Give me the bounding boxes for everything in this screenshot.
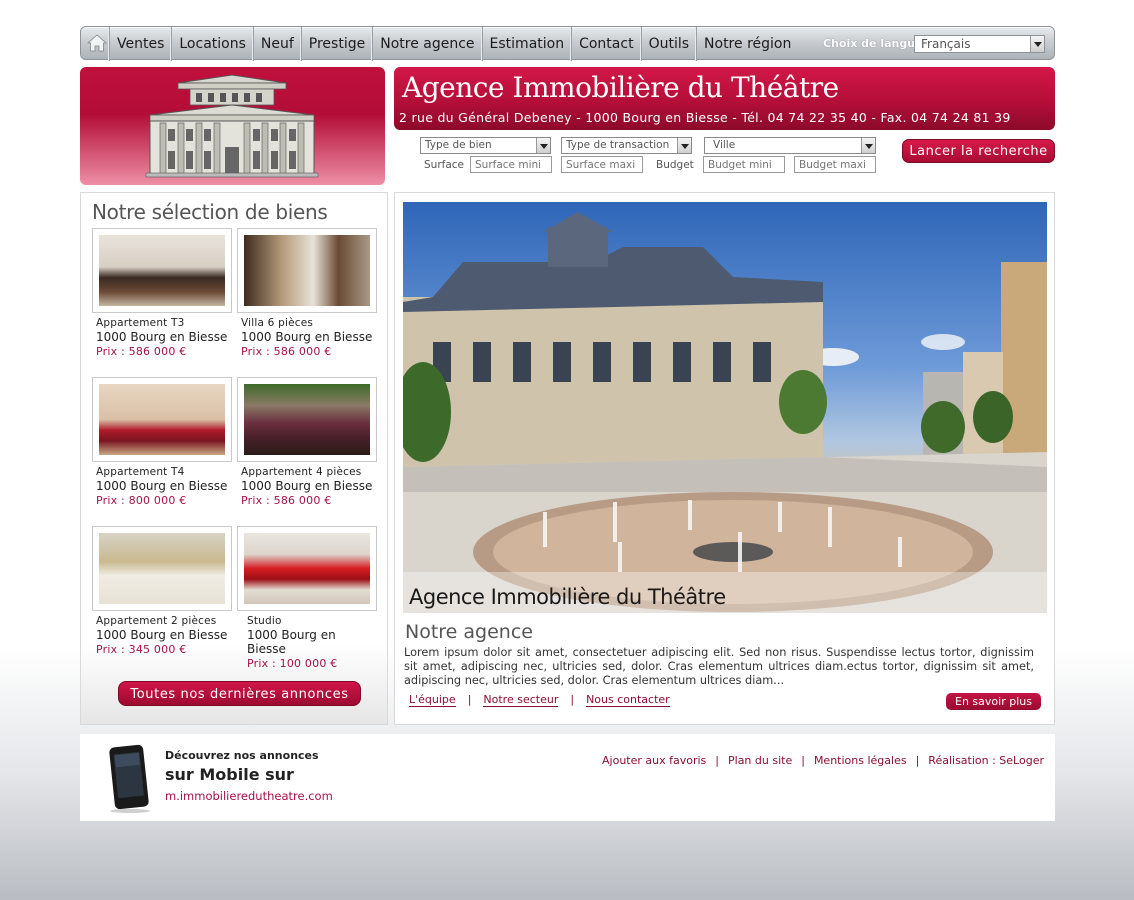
all-listings-button[interactable]: Toutes nos dernières annonces [118,681,361,706]
budget-label: Budget [656,159,694,171]
property-photo[interactable] [237,526,377,611]
agency-address: 2 rue du Général Debeney - 1000 Bourg en… [399,110,1011,125]
theatre-logo-icon [145,74,319,178]
search-button[interactable]: Lancer la recherche [902,139,1055,163]
main-content-panel: Agence Immobilière du Théâtre Notre agen… [394,192,1055,725]
surface-min-input[interactable] [470,156,552,173]
property-city: 1000 Bourg en Biesse [247,628,336,656]
sitemap-link[interactable]: Plan du site [728,754,792,767]
top-navigation-bar: Ventes Locations Neuf Prestige Notre age… [80,26,1055,61]
property-city: 1000 Bourg en Biesse [241,479,373,493]
property-photo[interactable] [237,377,377,462]
property-city: 1000 Bourg en Biesse [96,479,228,493]
nav-item-contact[interactable]: Contact [571,27,640,61]
property-city: 1000 Bourg en Biesse [241,330,373,344]
budget-max-input[interactable] [794,156,876,173]
chevron-down-icon [536,138,550,153]
property-price: Prix : 800 000 € [96,494,187,507]
property-type: Appartement T3 [96,317,185,329]
language-select-value: Français [921,37,971,51]
language-select[interactable]: Français [914,35,1045,53]
property-price: Prix : 586 000 € [241,494,332,507]
hero-caption: Agence Immobilière du Théâtre [409,585,726,609]
language-label: Choix de langue [823,37,923,50]
mobile-promo-line2: sur Mobile sur [165,765,294,784]
city-value: Ville [713,139,736,151]
phone-icon [109,744,150,813]
footer-links: Ajouter aux favoris | Plan du site | Men… [602,754,1044,767]
mobile-promo-line1: Découvrez nos annonces [165,749,319,762]
nav-item-outils[interactable]: Outils [640,27,696,61]
add-favorites-link[interactable]: Ajouter aux favoris [602,754,706,767]
link-separator: | [715,754,719,767]
property-selection-panel: Notre sélection de biens Appartement T3 … [80,192,388,725]
home-icon[interactable] [87,33,107,53]
property-type: Villa 6 pièces [241,317,314,329]
property-card[interactable]: Appartement T3 1000 Bourg en Biesse Prix… [92,228,232,358]
nav-item-notre-agence[interactable]: Notre agence [372,27,481,61]
property-price: Prix : 586 000 € [96,345,187,358]
transaction-type-value: Type de transaction [566,139,670,151]
property-type: Appartement 4 pièces [241,466,362,478]
property-city: 1000 Bourg en Biesse [96,628,228,642]
selection-title: Notre sélection de biens [92,200,328,224]
transaction-type-select[interactable]: Type de transaction [561,137,692,154]
nav-menu: Ventes Locations Neuf Prestige Notre age… [109,27,798,61]
agency-section-title: Notre agence [405,621,533,643]
agency-name: Agence Immobilière du Théâtre [402,71,839,104]
agency-banner: Agence Immobilière du Théâtre 2 rue du G… [394,67,1055,130]
nav-item-neuf[interactable]: Neuf [252,27,301,61]
theatre-photo-illustration [403,212,1047,613]
property-card[interactable]: Appartement 2 pièces 1000 Bourg en Biess… [92,526,232,656]
nav-item-ventes[interactable]: Ventes [109,27,171,61]
chevron-down-icon [861,138,875,153]
mobile-site-link[interactable]: m.immobilieredutheatre.com [165,789,333,803]
city-select[interactable]: Ville [704,137,876,154]
nav-item-locations[interactable]: Locations [171,27,253,61]
nav-item-estimation[interactable]: Estimation [481,27,572,61]
sector-link[interactable]: Notre secteur [483,693,559,707]
budget-min-input[interactable] [703,156,785,173]
team-link[interactable]: L'équipe [409,693,456,707]
property-card[interactable]: Appartement T4 1000 Bourg en Biesse Prix… [92,377,232,507]
surface-label: Surface [424,159,465,171]
hero-photo: Agence Immobilière du Théâtre [403,202,1047,613]
property-city: 1000 Bourg en Biesse [96,330,228,344]
learn-more-button[interactable]: En savoir plus [946,693,1041,710]
chevron-down-icon [677,138,691,153]
legal-notice-link[interactable]: Mentions légales [814,754,907,767]
property-photo[interactable] [92,526,232,611]
agency-links: L'équipe | Notre secteur | Nous contacte… [409,693,670,707]
property-photo[interactable] [92,377,232,462]
link-separator: | [570,693,575,706]
property-photo[interactable] [92,228,232,313]
property-photo[interactable] [237,228,377,313]
property-type: Appartement 2 pièces [96,615,217,627]
link-separator: | [801,754,805,767]
property-price: Prix : 586 000 € [241,345,332,358]
nav-item-notre-region[interactable]: Notre région [696,27,798,61]
agency-logo[interactable] [80,67,385,185]
property-card[interactable]: Villa 6 pièces 1000 Bourg en Biesse Prix… [237,228,377,358]
property-type-select[interactable]: Type de bien [420,137,551,154]
property-price: Prix : 345 000 € [96,643,187,656]
property-card[interactable]: Studio 1000 Bourg en Biesse Prix : 100 0… [237,526,377,670]
nav-item-prestige[interactable]: Prestige [300,27,372,61]
link-separator: | [467,693,472,706]
surface-max-input[interactable] [561,156,643,173]
credits-link[interactable]: Réalisation : SeLoger [928,754,1044,767]
footer: Découvrez nos annonces sur Mobile sur m.… [80,734,1055,821]
chevron-down-icon [1030,36,1044,52]
property-price: Prix : 100 000 € [247,657,338,670]
property-type: Appartement T4 [96,466,185,478]
link-separator: | [915,754,920,767]
property-type-value: Type de bien [425,139,492,151]
agency-description: Lorem ipsum dolor sit amet, consectetuer… [404,646,1034,687]
contact-link[interactable]: Nous contacter [586,693,670,707]
property-card[interactable]: Appartement 4 pièces 1000 Bourg en Biess… [237,377,377,507]
property-type: Studio [247,615,282,627]
